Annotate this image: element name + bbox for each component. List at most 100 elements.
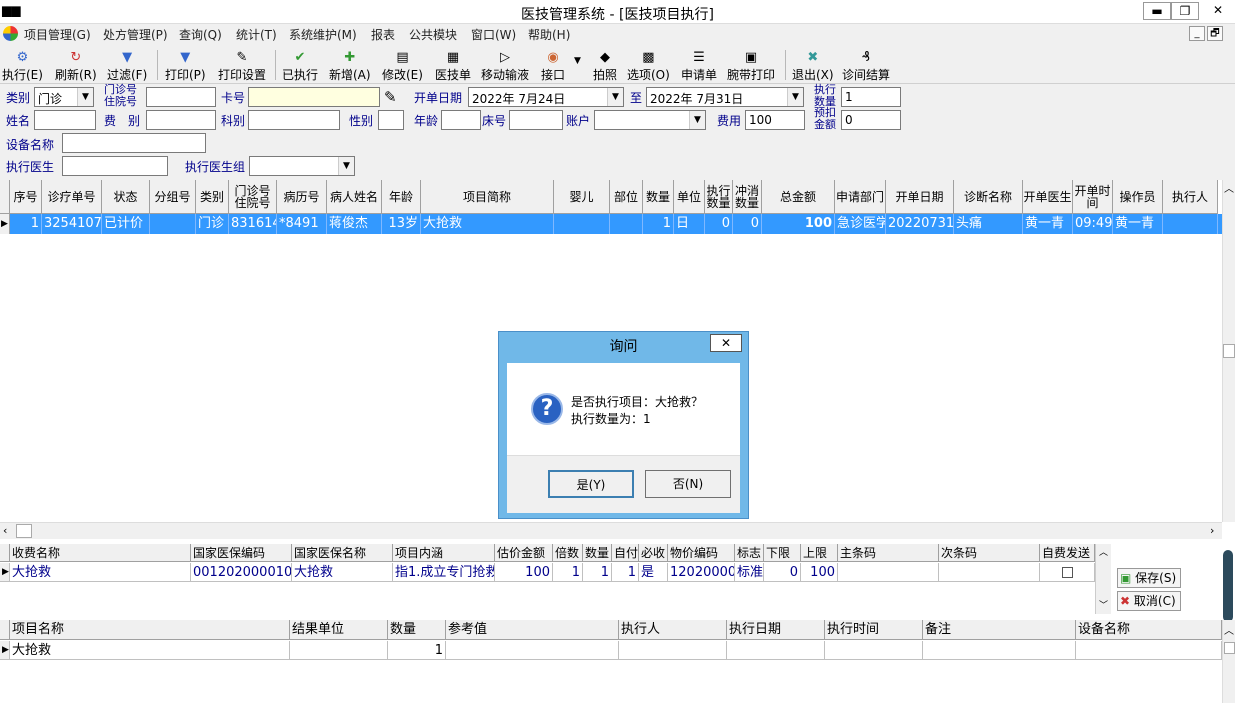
cell-record-no[interactable]: *8491 (277, 214, 327, 234)
wristband-print-button[interactable]: ▣ 腕带打印 (727, 50, 775, 83)
col-header-item-name[interactable]: 项目名称 (10, 620, 290, 640)
col-header-seq[interactable]: 序号 (10, 180, 42, 214)
cell-req-dept[interactable]: 急诊医学科 (835, 214, 886, 234)
scroll-down-icon[interactable]: ﹀ (1099, 598, 1108, 611)
menu-stats[interactable]: 统计(T) (236, 26, 277, 43)
cell-device-name[interactable] (1076, 641, 1222, 660)
fee-items-grid[interactable]: 收费名称 国家医保编码 国家医保名称 项目内涵 估价金额 倍数 数量 自付 必收… (0, 544, 1112, 614)
cell-age[interactable]: 13岁 (382, 214, 421, 234)
exec-group-select[interactable]: ▼ (249, 156, 355, 176)
menu-help[interactable]: 帮助(H) (528, 26, 570, 43)
cell-self-pay[interactable]: 1 (612, 563, 639, 582)
cell-item-content[interactable]: 指1.成立专门抢救 (393, 563, 495, 582)
date-from-picker[interactable]: 2022年 7月24日 ▼ (468, 87, 624, 107)
scroll-thumb[interactable] (1224, 642, 1235, 654)
col-header-offset-qty[interactable]: 冲消数量 (733, 180, 762, 214)
cell-insurance-name[interactable]: 大抢救 (292, 563, 393, 582)
cell-status[interactable]: 已计价 (102, 214, 150, 234)
col-header-sub-barcode[interactable]: 次条码 (939, 544, 1040, 562)
menu-window[interactable]: 窗口(W) (471, 26, 516, 43)
cell-exec-time[interactable] (825, 641, 923, 660)
no-button[interactable]: 否(N) (645, 470, 731, 498)
cell-unit[interactable]: 日 (674, 214, 705, 234)
dept-input[interactable] (248, 110, 340, 130)
photo-button[interactable]: ◆ 拍照 (593, 50, 617, 83)
edit-button[interactable]: ▤ 修改(E) (382, 50, 423, 83)
menu-report[interactable]: 报表 (371, 26, 395, 43)
cell-offset-qty[interactable]: 0 (733, 214, 762, 234)
col-header-price-code[interactable]: 物价编码 (668, 544, 735, 562)
cell-infant[interactable] (554, 214, 610, 234)
scroll-right-icon[interactable]: › (1210, 524, 1214, 537)
col-header-reference[interactable]: 参考值 (446, 620, 619, 640)
col-header-device-name[interactable]: 设备名称 (1076, 620, 1222, 640)
horizontal-scrollbar[interactable]: ‹ › (0, 522, 1222, 539)
col-header-operator[interactable]: 操作员 (1113, 180, 1163, 214)
cell-category[interactable]: 门诊 (196, 214, 229, 234)
cell-diagnosis[interactable]: 头痛 (954, 214, 1023, 234)
col-header-exec-date[interactable]: 执行日期 (727, 620, 825, 640)
scroll-thumb[interactable] (16, 524, 32, 538)
category-select[interactable]: 门诊 ▼ (34, 87, 94, 107)
scroll-up-icon[interactable]: ︿ (1099, 545, 1108, 558)
result-grid[interactable]: 项目名称 结果单位 数量 参考值 执行人 执行日期 执行时间 备注 设备名称 ▶… (0, 620, 1222, 703)
col-header-req-dept[interactable]: 申请部门 (835, 180, 886, 214)
col-header-self-send[interactable]: 自费发送 (1040, 544, 1095, 562)
col-header-clinic-no[interactable]: 门诊号住院号 (229, 180, 277, 214)
cell-exec-date[interactable] (727, 641, 825, 660)
exit-button[interactable]: ✖ 退出(X) (792, 50, 834, 83)
cell-order-no[interactable]: 32541070 (42, 214, 102, 234)
col-header-est-amount[interactable]: 估价金额 (495, 544, 553, 562)
col-header-age[interactable]: 年龄 (382, 180, 421, 214)
cell-est-amount[interactable]: 100 (495, 563, 553, 582)
cell-multiple[interactable]: 1 (553, 563, 583, 582)
device-name-input[interactable] (62, 133, 206, 153)
options-button[interactable]: ▩ 选项(O) (627, 50, 670, 83)
col-header-qty[interactable]: 数量 (643, 180, 674, 214)
date-to-picker[interactable]: 2022年 7月31日 ▼ (646, 87, 804, 107)
clinic-no-input[interactable] (146, 87, 216, 107)
col-header-lower[interactable]: 下限 (764, 544, 801, 562)
col-header-qty[interactable]: 数量 (388, 620, 446, 640)
interface-dropdown-button[interactable]: ▼ (574, 56, 581, 66)
cell-item-name[interactable]: 大抢救 (10, 641, 290, 660)
execute-button[interactable]: ⚙ 执行(E) (2, 50, 43, 83)
col-header-open-doctor[interactable]: 开单医生 (1023, 180, 1073, 214)
col-header-executor[interactable]: 执行人 (1163, 180, 1218, 214)
col-header-result-unit[interactable]: 结果单位 (290, 620, 388, 640)
save-button[interactable]: ▣ 保存(S) (1117, 568, 1181, 588)
col-header-unit[interactable]: 单位 (674, 180, 705, 214)
col-header-item-content[interactable]: 项目内涵 (393, 544, 495, 562)
mdi-minimize-button[interactable]: _ (1189, 26, 1205, 41)
filter-button[interactable]: ▼ 过滤(F) (107, 50, 147, 83)
cell-total[interactable]: 100 (762, 214, 835, 234)
col-header-exec-qty[interactable]: 执行数量 (705, 180, 733, 214)
scroll-left-icon[interactable]: ‹ (3, 524, 7, 537)
minimize-button[interactable]: ▬ (1143, 2, 1171, 20)
account-select[interactable]: ▼ (594, 110, 706, 130)
bed-input[interactable] (509, 110, 563, 130)
cancel-button[interactable]: ✖ 取消(C) (1117, 591, 1181, 611)
prepay-input[interactable]: 0 (841, 110, 901, 130)
executed-button[interactable]: ✔ 已执行 (282, 50, 318, 83)
cell-flag[interactable]: 标准 (735, 563, 764, 582)
cell-price-code[interactable]: 120200001 (668, 563, 735, 582)
maximize-button[interactable]: ❐ (1171, 2, 1199, 20)
cell-executor[interactable] (1163, 214, 1218, 234)
result-grid-scrollbar[interactable]: ︿ (1222, 620, 1235, 703)
cell-open-date[interactable]: 20220731 (886, 214, 954, 234)
cell-clinic-no[interactable]: 83161481 (229, 214, 277, 234)
col-header-order-no[interactable]: 诊疗单号 (42, 180, 102, 214)
side-handle[interactable] (1223, 550, 1233, 622)
menu-prescription[interactable]: 处方管理(P) (103, 26, 168, 43)
col-header-required[interactable]: 必收 (639, 544, 668, 562)
age-input[interactable] (441, 110, 481, 130)
cell-group-no[interactable] (150, 214, 196, 234)
cell-main-barcode[interactable] (838, 563, 939, 582)
fee-grid-scrollbar[interactable]: ︿ ﹀ (1095, 544, 1111, 614)
col-header-open-time[interactable]: 开单时间 (1073, 180, 1113, 214)
mdi-restore-button[interactable]: 🗗 (1207, 26, 1223, 41)
scroll-up-icon[interactable]: ︿ (1224, 622, 1234, 637)
col-header-status[interactable]: 状态 (102, 180, 150, 214)
cell-insurance-code[interactable]: 001202000010 (191, 563, 292, 582)
